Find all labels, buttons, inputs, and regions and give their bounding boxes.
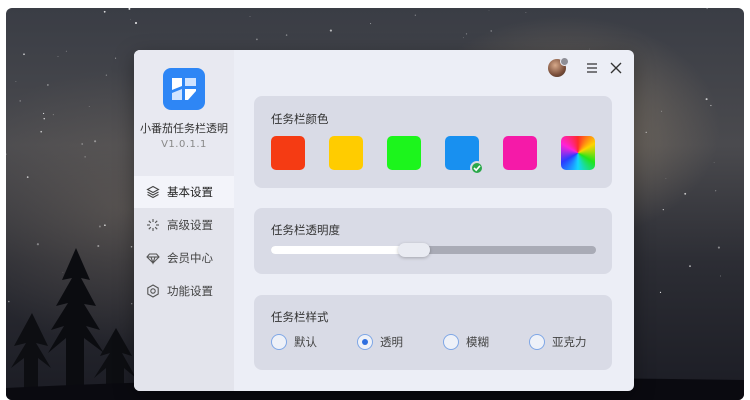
color-card: 任务栏颜色: [254, 96, 612, 188]
app-header: 小番茄任务栏透明 V1.0.1.1: [134, 50, 234, 176]
radio-circle: [443, 334, 459, 350]
sidebar-item-label: 高级设置: [167, 218, 213, 232]
avatar[interactable]: [548, 57, 569, 77]
radio-circle: [529, 334, 545, 350]
app-name: 小番茄任务栏透明: [140, 122, 228, 135]
radio-label: 模糊: [466, 335, 489, 349]
style-card: 任务栏样式 默认 透明 模糊 亚克力: [254, 295, 612, 370]
gear-icon: [146, 284, 160, 298]
main-panel: 任务栏颜色 任务栏透明度 任务栏样式 默认 透明 模糊 亚克力: [234, 50, 634, 391]
sparkle-icon: [146, 218, 160, 232]
sidebar: 小番茄任务栏透明 V1.0.1.1 基本设置 高级设置 会员中心 功能设置: [134, 50, 234, 391]
swatch-red[interactable]: [271, 136, 305, 170]
menu-icon[interactable]: [584, 60, 600, 76]
swatch-green[interactable]: [387, 136, 421, 170]
window-controls: [548, 57, 624, 78]
opacity-slider[interactable]: [271, 243, 596, 257]
close-icon[interactable]: [608, 60, 624, 76]
opacity-slider-fill: [271, 246, 414, 254]
layers-icon: [146, 185, 160, 199]
radio-acrylic[interactable]: 亚克力: [529, 334, 587, 350]
sidebar-item-label: 功能设置: [167, 284, 213, 298]
app-window: 小番茄任务栏透明 V1.0.1.1 基本设置 高级设置 会员中心 功能设置 任务…: [134, 50, 634, 391]
radio-label: 亚克力: [552, 335, 587, 349]
swatch-pink[interactable]: [503, 136, 537, 170]
sidebar-item-function-settings[interactable]: 功能设置: [134, 275, 234, 307]
opacity-slider-thumb[interactable]: [398, 243, 430, 257]
diamond-icon: [146, 251, 160, 265]
sidebar-item-member-center[interactable]: 会员中心: [134, 242, 234, 274]
avatar-badge: [560, 57, 569, 66]
app-logo-icon: [163, 68, 205, 110]
radio-circle: [357, 334, 373, 350]
sidebar-item-advanced-settings[interactable]: 高级设置: [134, 209, 234, 241]
style-section-title: 任务栏样式: [271, 310, 329, 324]
swatch-yellow[interactable]: [329, 136, 363, 170]
opacity-card: 任务栏透明度: [254, 208, 612, 274]
selected-check-icon: [470, 161, 484, 175]
sidebar-item-label: 会员中心: [167, 251, 213, 265]
sidebar-item-basic-settings[interactable]: 基本设置: [134, 176, 234, 208]
radio-transparent[interactable]: 透明: [357, 334, 403, 350]
sidebar-item-label: 基本设置: [167, 185, 213, 199]
style-radio-group: 默认 透明 模糊 亚克力: [271, 334, 601, 354]
app-version: V1.0.1.1: [161, 139, 207, 150]
swatch-blue[interactable]: [445, 136, 484, 175]
color-section-title: 任务栏颜色: [271, 112, 329, 126]
radio-circle: [271, 334, 287, 350]
swatch-rainbow[interactable]: [561, 136, 595, 170]
radio-blur[interactable]: 模糊: [443, 334, 489, 350]
radio-label: 透明: [380, 335, 403, 349]
radio-default[interactable]: 默认: [271, 334, 317, 350]
radio-label: 默认: [294, 335, 317, 349]
opacity-section-title: 任务栏透明度: [271, 223, 340, 237]
